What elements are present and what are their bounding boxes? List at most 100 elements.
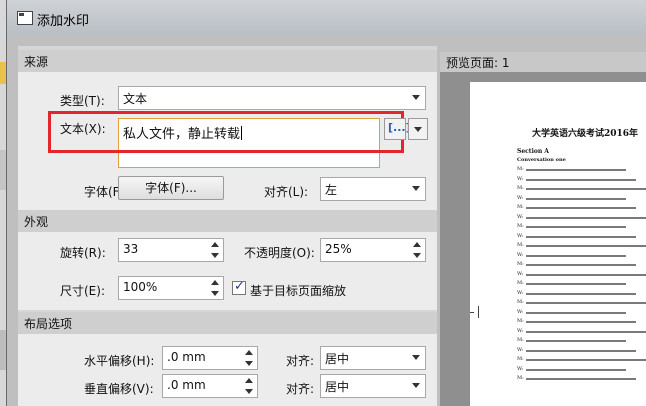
preview-header: 预览页面: 1 bbox=[440, 52, 646, 72]
preview-text-line bbox=[526, 216, 646, 219]
chevron-down-icon bbox=[412, 355, 420, 360]
size-spinbox[interactable]: 100% bbox=[118, 276, 224, 300]
preview-speaker-mark: M: bbox=[517, 375, 524, 381]
preview-text-line bbox=[526, 197, 626, 200]
h-offset-spinbox[interactable]: .0 mm bbox=[162, 346, 258, 370]
preview-text-line bbox=[526, 340, 626, 342]
preview-doc-title: 大学英语六级考试2016年 bbox=[532, 129, 639, 139]
preview-speaker-mark: M: bbox=[517, 337, 524, 343]
window-title: 添加水印 bbox=[37, 14, 90, 29]
preview-text-line bbox=[526, 226, 626, 228]
preview-text-line bbox=[526, 273, 646, 276]
preview-speaker-mark: M: bbox=[517, 242, 524, 248]
preview-section-heading: Section A bbox=[517, 148, 549, 155]
preview-speaker-mark: M: bbox=[517, 223, 524, 229]
preview-speaker-mark: W: bbox=[517, 289, 524, 296]
preview-text-line bbox=[526, 264, 636, 266]
v-offset-value: .0 mm bbox=[167, 378, 206, 392]
preview-speaker-mark: W: bbox=[517, 346, 524, 353]
spin-arrows-icon bbox=[413, 242, 421, 258]
chevron-down-icon bbox=[414, 127, 422, 132]
opacity-label: 不透明度(O): bbox=[244, 246, 315, 260]
spin-arrows-icon bbox=[245, 350, 253, 366]
chevron-down-icon bbox=[412, 383, 420, 388]
preview-speaker-mark: M: bbox=[517, 166, 524, 172]
settings-panel: 来源 类型(T): 文本 文本(X): 私人文件，静止转载 [...] 字体(F… bbox=[18, 46, 437, 406]
preview-text-line bbox=[526, 368, 626, 371]
h-align-select[interactable]: 居中 bbox=[320, 346, 426, 370]
h-align-value: 居中 bbox=[325, 352, 350, 366]
appearance-group-header: 外观 bbox=[18, 210, 437, 232]
preview-speaker-mark: W: bbox=[517, 175, 524, 182]
font-button[interactable]: 字体(F)... bbox=[118, 176, 224, 200]
preview-speaker-mark: M: bbox=[517, 280, 524, 286]
rotate-spinbox[interactable]: 33 bbox=[118, 238, 224, 262]
align-select-value: 左 bbox=[325, 183, 338, 197]
preview-text-line bbox=[526, 359, 646, 361]
preview-text-line bbox=[526, 207, 636, 209]
scale-checkbox[interactable] bbox=[232, 279, 246, 295]
h-offset-label: 水平偏移(H): bbox=[84, 354, 155, 368]
v-align-label: 对齐: bbox=[286, 382, 315, 396]
align-label: 对齐(L): bbox=[264, 185, 309, 199]
v-align-value: 居中 bbox=[325, 380, 350, 394]
preview-page: 大学英语六级考试2016年 Section A Conversation one… bbox=[470, 82, 646, 406]
source-group-title: 来源 bbox=[24, 55, 49, 69]
preview-speaker-mark: M: bbox=[517, 261, 524, 267]
type-select-value: 文本 bbox=[123, 92, 148, 106]
v-offset-spinbox[interactable]: .0 mm bbox=[162, 374, 258, 398]
preview-text-line bbox=[526, 254, 626, 257]
preview-text-line bbox=[526, 178, 636, 181]
appearance-group: 外观 旋转(R): 33 不透明度(O): 25% 尺寸(E): 100% 基于… bbox=[18, 210, 437, 310]
insert-field-dropdown[interactable] bbox=[408, 118, 428, 140]
preview-text-line bbox=[526, 302, 646, 304]
opacity-value: 25% bbox=[325, 242, 352, 256]
appearance-group-title: 外观 bbox=[24, 215, 49, 229]
preview-text-line bbox=[526, 378, 636, 380]
preview-speaker-mark: M: bbox=[517, 299, 524, 305]
layout-group: 布局选项 水平偏移(H): .0 mm 对齐: 居中 垂直偏移(V): .0 m… bbox=[18, 312, 437, 406]
preview-page-label: 预览页面: 1 bbox=[446, 56, 510, 70]
align-select[interactable]: 左 bbox=[320, 177, 426, 201]
preview-text-line bbox=[526, 311, 626, 314]
app-icon bbox=[17, 11, 33, 25]
rotate-value: 33 bbox=[123, 242, 139, 256]
h-offset-value: .0 mm bbox=[167, 350, 206, 364]
preview-speaker-mark: W: bbox=[517, 232, 524, 239]
preview-text-line bbox=[526, 169, 626, 171]
preview-speaker-mark: W: bbox=[517, 270, 524, 277]
preview-text-line bbox=[526, 321, 636, 323]
rotate-label: 旋转(R): bbox=[60, 246, 106, 260]
preview-text-line bbox=[526, 245, 646, 247]
crop-mark bbox=[478, 306, 479, 318]
chevron-down-icon bbox=[412, 95, 420, 100]
size-value: 100% bbox=[123, 280, 158, 294]
opacity-spinbox[interactable]: 25% bbox=[320, 238, 426, 262]
v-align-select[interactable]: 居中 bbox=[320, 374, 426, 398]
red-highlight-annotation bbox=[48, 111, 404, 153]
title-bar[interactable]: 添加水印 bbox=[7, 0, 646, 36]
preview-text-line bbox=[526, 235, 636, 238]
h-align-label: 对齐: bbox=[286, 354, 315, 368]
preview-speaker-mark: W: bbox=[517, 194, 524, 201]
type-select[interactable]: 文本 bbox=[118, 86, 426, 110]
preview-speaker-mark: W: bbox=[517, 365, 524, 372]
insert-field-button[interactable]: [...] bbox=[384, 118, 411, 140]
preview-speaker-mark: W: bbox=[517, 327, 524, 334]
preview-text-line bbox=[526, 188, 646, 190]
preview-speaker-mark: M: bbox=[517, 356, 524, 362]
crop-mark bbox=[470, 312, 474, 313]
preview-text-line bbox=[526, 283, 626, 285]
type-label: 类型(T): bbox=[60, 94, 105, 108]
preview-speaker-mark: W: bbox=[517, 251, 524, 258]
preview-text-line bbox=[526, 330, 646, 333]
preview-speaker-mark: M: bbox=[517, 185, 524, 191]
spin-arrows-icon bbox=[211, 242, 219, 258]
preview-speaker-mark: M: bbox=[517, 318, 524, 324]
spin-arrows-icon bbox=[211, 280, 219, 296]
layout-group-header: 布局选项 bbox=[18, 312, 437, 334]
preview-subsection-heading: Conversation one bbox=[517, 157, 566, 163]
source-group-header: 来源 bbox=[18, 50, 437, 72]
preview-speaker-mark: W: bbox=[517, 308, 524, 315]
scale-checkbox-label: 基于目标页面缩放 bbox=[250, 284, 347, 298]
